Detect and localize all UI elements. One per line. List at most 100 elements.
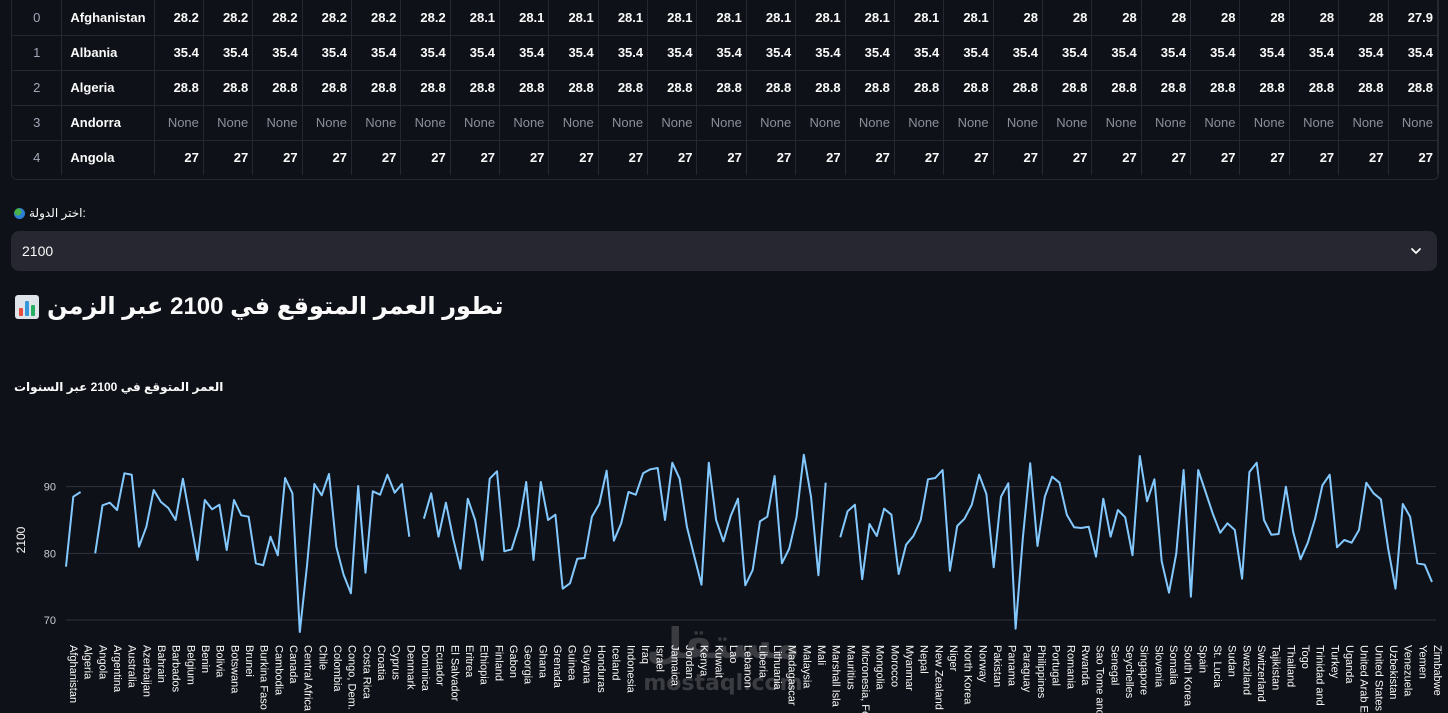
x-tick-label: Uganda (1343, 645, 1355, 684)
value-cell: None (1388, 105, 1438, 141)
page-heading-text: تطور العمر المتوقع في 2100 عبر الزمن (47, 293, 504, 320)
value-cell: 28.1 (845, 0, 895, 36)
x-tick-label: Benin (199, 645, 211, 673)
value-cell: 28.2 (400, 0, 451, 36)
value-cell: None (746, 105, 797, 141)
x-tick-label: Guinea (566, 645, 578, 681)
value-cell: None (795, 105, 846, 141)
line-chart[interactable]: 70 80 90 2100 Afghanistan Algeria Angola Argent… (0, 400, 1448, 713)
page-heading: تطور العمر المتوقع في 2100 عبر الزمن (15, 292, 504, 321)
x-tick-label: Ecuador (434, 645, 446, 686)
value-cell: 28.8 (1388, 70, 1438, 106)
x-tick-label: Dominica (419, 645, 431, 692)
value-cell: 28 (1289, 0, 1340, 36)
country-select-label-text: اختر الدولة: (29, 206, 86, 220)
dataframe-table[interactable]: 0 Afghanistan 28.2 28.2 28.2 28.2 28.2 28.2 28.1… (11, 0, 1439, 180)
x-tick-label: Panama (1006, 645, 1018, 687)
value-cell: 27 (302, 140, 352, 175)
value-cell: 28.8 (795, 70, 846, 106)
value-cell: 35.4 (993, 35, 1044, 71)
value-cell: 28.1 (647, 0, 698, 36)
x-tick-label: El Salvador (448, 645, 460, 702)
country-select[interactable]: 2100 (11, 231, 1437, 271)
value-cell: 35.4 (302, 35, 352, 71)
value-cell: 35.4 (696, 35, 747, 71)
value-cell: 28.8 (993, 70, 1044, 106)
table-row[interactable]: 2 Algeria 28.8 28.8 28.8 28.8 28.8 28.8 28.8 28.8… (12, 70, 1438, 106)
x-tick-label: Morocco (888, 645, 900, 687)
value-cell: 27 (647, 140, 698, 175)
value-cell: 28 (1141, 0, 1192, 36)
y-tick-label: 90 (44, 482, 56, 494)
x-tick-label: Sudan (1226, 645, 1238, 677)
value-cell: 28.1 (499, 0, 550, 36)
x-tick-label: Eritrea (463, 645, 475, 678)
value-cell: 27 (351, 140, 402, 175)
value-cell: 28.2 (252, 0, 303, 36)
value-cell: 35.4 (203, 35, 254, 71)
x-tick-label: Malaysia (800, 645, 812, 689)
x-tick-label: Georgia (522, 645, 534, 685)
chevron-down-icon[interactable] (1409, 244, 1423, 258)
value-cell: None (647, 105, 698, 141)
value-cell: 35.4 (252, 35, 303, 71)
value-cell: 27 (1141, 140, 1192, 175)
table-row[interactable]: 1 Albania 35.4 35.4 35.4 35.4 35.4 35.4 35.4 35.4… (12, 35, 1438, 71)
value-cell: 28.8 (647, 70, 698, 106)
value-cell: None (548, 105, 599, 141)
x-tick-label: Colombia (331, 645, 343, 692)
x-tick-label: Niger (947, 645, 959, 672)
value-cell: 27 (1091, 140, 1142, 175)
x-tick-label: Rwanda (1079, 645, 1091, 686)
value-cell: 28.8 (1190, 70, 1241, 106)
x-tick-label: Iceland (610, 645, 622, 680)
x-tick-label: Yemen (1416, 645, 1428, 679)
row-index: 2 (12, 70, 63, 106)
value-cell: 27 (598, 140, 649, 175)
x-tick-label: Angola (96, 645, 108, 680)
value-cell: None (1239, 105, 1290, 141)
x-tick-label: Sao Tome and (1094, 645, 1106, 713)
table-row[interactable]: 4 Angola 27 27 27 27 27 27 27 27 27 27 27 27 27 27 27 27 2… (12, 140, 1438, 175)
value-cell: None (894, 105, 945, 141)
x-tick-label: Mauritius (844, 645, 856, 690)
x-tick-label: Swaziland (1240, 645, 1252, 695)
x-tick-label: Myanmar (903, 645, 915, 691)
value-cell: None (351, 105, 402, 141)
table-row[interactable]: 3 Andorra None None None None None None None None… (12, 105, 1438, 141)
value-cell: 28.8 (154, 70, 204, 106)
x-tick-label: Argentina (111, 645, 123, 693)
value-cell: 28 (1190, 0, 1241, 36)
x-tick-label: Indonesia (624, 645, 636, 694)
x-tick-label: Finland (492, 645, 504, 681)
value-cell: 28.8 (252, 70, 303, 106)
x-tick-label: Ethiopia (478, 645, 490, 686)
value-cell: 28.8 (400, 70, 451, 106)
value-cell: None (1289, 105, 1340, 141)
value-cell: 28.8 (894, 70, 945, 106)
value-cell: None (1042, 105, 1093, 141)
x-tick-label: United Arab E (1358, 645, 1370, 713)
x-tick-label: Israel (654, 645, 666, 672)
x-tick-label: Liberia (756, 645, 768, 679)
value-cell: 35.4 (548, 35, 599, 71)
value-cell: 28.2 (203, 0, 254, 36)
value-cell: 35.4 (154, 35, 204, 71)
value-cell: 28.8 (548, 70, 599, 106)
value-cell: 35.4 (795, 35, 846, 71)
x-tick-label: Portugal (1050, 645, 1062, 686)
value-cell: 28.8 (1141, 70, 1192, 106)
value-cell: 28.8 (302, 70, 352, 106)
value-cell: 35.4 (1338, 35, 1389, 71)
value-cell: 28.8 (746, 70, 797, 106)
value-cell: None (943, 105, 994, 141)
x-tick-label: Uzbekistan (1387, 645, 1399, 699)
x-tick-label: Micronesia, Fe (859, 645, 871, 713)
value-cell: 35.4 (746, 35, 797, 71)
value-cell: 27 (696, 140, 747, 175)
table-row[interactable]: 0 Afghanistan 28.2 28.2 28.2 28.2 28.2 28.2 28.1… (12, 0, 1438, 36)
country-cell: Albania (61, 35, 155, 71)
x-tick-label: Romania (1064, 645, 1076, 690)
value-cell: 28.1 (943, 0, 994, 36)
value-cell: 28 (1239, 0, 1290, 36)
